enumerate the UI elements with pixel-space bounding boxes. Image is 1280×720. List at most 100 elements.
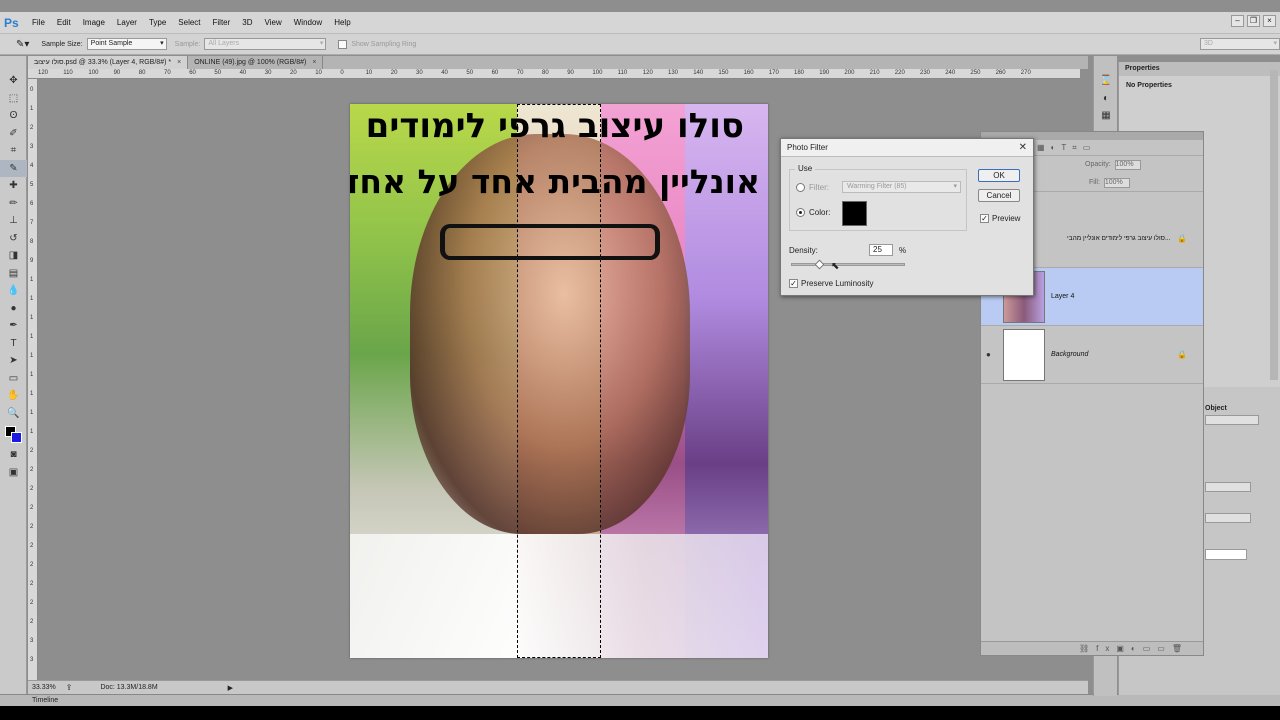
- ruler-tick-label: 40: [441, 70, 448, 76]
- ruler-tick-label: 60: [491, 70, 499, 76]
- hand-icon[interactable]: ✋: [0, 387, 27, 405]
- adjustments-panel-icon[interactable]: ◐: [1094, 90, 1118, 108]
- timeline-label[interactable]: Timeline: [32, 697, 58, 704]
- ruler-tick-label: 20: [390, 70, 398, 76]
- properties-scrollbar[interactable]: [1270, 70, 1278, 380]
- marquee-icon[interactable]: ⬚: [0, 90, 27, 108]
- properties-tab[interactable]: Properties: [1119, 62, 1280, 76]
- shape-icon[interactable]: ▭: [0, 370, 27, 388]
- lasso-icon[interactable]: ʘ: [0, 107, 27, 125]
- screen-mode-icon[interactable]: ▣: [0, 464, 27, 482]
- zoom-icon[interactable]: 🔍: [0, 405, 27, 423]
- pen-icon[interactable]: ✒: [0, 317, 27, 335]
- menu-layer[interactable]: Layer: [111, 12, 143, 33]
- close-icon[interactable]: ×: [312, 56, 316, 69]
- gradient-icon[interactable]: ▤: [0, 265, 27, 283]
- menu-type[interactable]: Type: [143, 12, 172, 33]
- menu-file[interactable]: File: [26, 12, 51, 33]
- sample-size-label: Sample Size:: [41, 40, 83, 48]
- doc-tab-psd[interactable]: סולו עיצוב.psd @ 33.3% (Layer 4, RGB/8#)…: [28, 56, 189, 69]
- background-color[interactable]: [11, 432, 22, 443]
- history-brush-icon[interactable]: ↺: [0, 230, 27, 248]
- type-icon[interactable]: T: [0, 335, 27, 353]
- quick-select-icon[interactable]: ✐: [0, 125, 27, 143]
- brush-icon[interactable]: ✏: [0, 195, 27, 213]
- move-icon[interactable]: ✥: [0, 72, 27, 90]
- object-select-2[interactable]: [1205, 482, 1251, 492]
- dodge-icon[interactable]: ●: [0, 300, 27, 318]
- color-swatch[interactable]: [842, 201, 867, 226]
- healing-icon[interactable]: ✚: [0, 177, 27, 195]
- density-slider[interactable]: [791, 263, 905, 266]
- color-swatches[interactable]: [0, 422, 26, 446]
- ruler-tick-label: 1: [30, 277, 34, 283]
- density-input[interactable]: 25: [869, 244, 893, 256]
- show-ring-checkbox[interactable]: [338, 39, 348, 49]
- menu-filter[interactable]: Filter: [207, 12, 237, 33]
- workspace-select[interactable]: 3D: [1200, 38, 1280, 50]
- object-select-3[interactable]: [1205, 513, 1251, 523]
- filter-radio[interactable]: [796, 183, 805, 192]
- object-input[interactable]: [1205, 549, 1247, 560]
- eyedropper-preset-icon[interactable]: ✎▾: [16, 39, 29, 50]
- ruler-tick-label: 30: [264, 70, 272, 76]
- opacity-input[interactable]: 100%: [1114, 160, 1141, 170]
- menu-select[interactable]: Select: [172, 12, 206, 33]
- fill-input[interactable]: 100%: [1103, 178, 1130, 188]
- cancel-button[interactable]: Cancel: [978, 189, 1020, 202]
- ruler-tick-label: 10: [365, 70, 373, 76]
- eyedropper-icon[interactable]: ✎: [0, 159, 27, 177]
- status-arrow-icon[interactable]: ▶: [228, 684, 233, 692]
- lock-icon: 🔒: [1177, 350, 1187, 359]
- ruler-tick-label: 5: [30, 182, 34, 188]
- stamp-icon[interactable]: ⊥: [0, 212, 27, 230]
- eye-icon[interactable]: ●: [986, 350, 991, 359]
- path-select-icon[interactable]: ➤: [0, 352, 27, 370]
- ruler-tick-label: 2: [30, 524, 34, 530]
- minimize-icon[interactable]: –: [1231, 15, 1244, 27]
- layer-row-background[interactable]: ● Background 🔒: [981, 326, 1203, 384]
- layer-name: Background: [1051, 351, 1089, 358]
- ruler-tick-label: 230: [920, 70, 931, 76]
- blur-icon[interactable]: 💧: [0, 282, 27, 300]
- preview-checkbox[interactable]: ✓: [980, 214, 989, 223]
- menu-3d[interactable]: 3D: [236, 12, 258, 33]
- timeline-bar[interactable]: Timeline: [0, 694, 1280, 706]
- document-canvas[interactable]: סולו עיצוב גרפי לימודים אונליין מהבית אח…: [350, 104, 768, 658]
- status-bar: 33.33% ⇪ Doc: 13.3M/18.8M ▶: [28, 680, 1088, 694]
- close-icon[interactable]: ×: [1263, 15, 1276, 27]
- doc-tab-jpg[interactable]: ONLINE (49).jpg @ 100% (RGB/8#) ×: [188, 56, 324, 69]
- photoshop-window: Ps File Edit Image Layer Type Select Fil…: [0, 0, 1280, 720]
- menu-view[interactable]: View: [259, 12, 288, 33]
- zoom-level[interactable]: 33.33%: [32, 684, 56, 691]
- vertical-ruler: 0 1 2 3 4 5 6 7 8 9 1 1 1 1 1 1 1 1 1 2 2 2 2 2 2 2 2 2 2 3 3: [28, 79, 38, 680]
- close-icon[interactable]: ✕: [1019, 142, 1027, 153]
- layer-name: Layer 4: [1051, 293, 1075, 300]
- layers-footer-icons[interactable]: ⛓fx▣◐▭▭🗑: [981, 641, 1203, 655]
- crop-icon[interactable]: ⌗: [0, 142, 27, 160]
- lock-icon: 🔒: [1177, 234, 1187, 243]
- menu-bar: Ps File Edit Image Layer Type Select Fil…: [0, 12, 1280, 33]
- share-icon[interactable]: ⇪: [66, 683, 73, 692]
- restore-icon[interactable]: ❐: [1247, 15, 1260, 27]
- eraser-icon[interactable]: ◨: [0, 247, 27, 265]
- close-icon[interactable]: ×: [177, 56, 181, 69]
- sample-select[interactable]: All Layers: [204, 38, 327, 50]
- menu-edit[interactable]: Edit: [51, 12, 77, 33]
- density-slider-thumb[interactable]: [814, 259, 824, 270]
- properties-panel-icon[interactable]: ▦: [1094, 107, 1118, 125]
- dialog-title[interactable]: Photo Filter: [781, 139, 1033, 157]
- ruler-tick-label: 140: [693, 70, 704, 76]
- menu-window[interactable]: Window: [288, 12, 328, 33]
- ok-button[interactable]: OK: [978, 169, 1020, 182]
- history-panel-icon[interactable]: ⌛: [1094, 72, 1118, 90]
- menu-help[interactable]: Help: [328, 12, 356, 33]
- quick-mask-icon[interactable]: ◙: [0, 446, 27, 464]
- sample-size-select[interactable]: Point Sample: [86, 38, 167, 50]
- menu-image[interactable]: Image: [77, 12, 111, 33]
- preserve-luminosity-checkbox[interactable]: ✓: [789, 279, 798, 288]
- filter-select[interactable]: Warming Filter (85): [842, 181, 961, 193]
- ruler-tick-label: 90: [113, 70, 121, 76]
- color-radio[interactable]: [796, 208, 805, 217]
- object-select[interactable]: [1205, 415, 1259, 425]
